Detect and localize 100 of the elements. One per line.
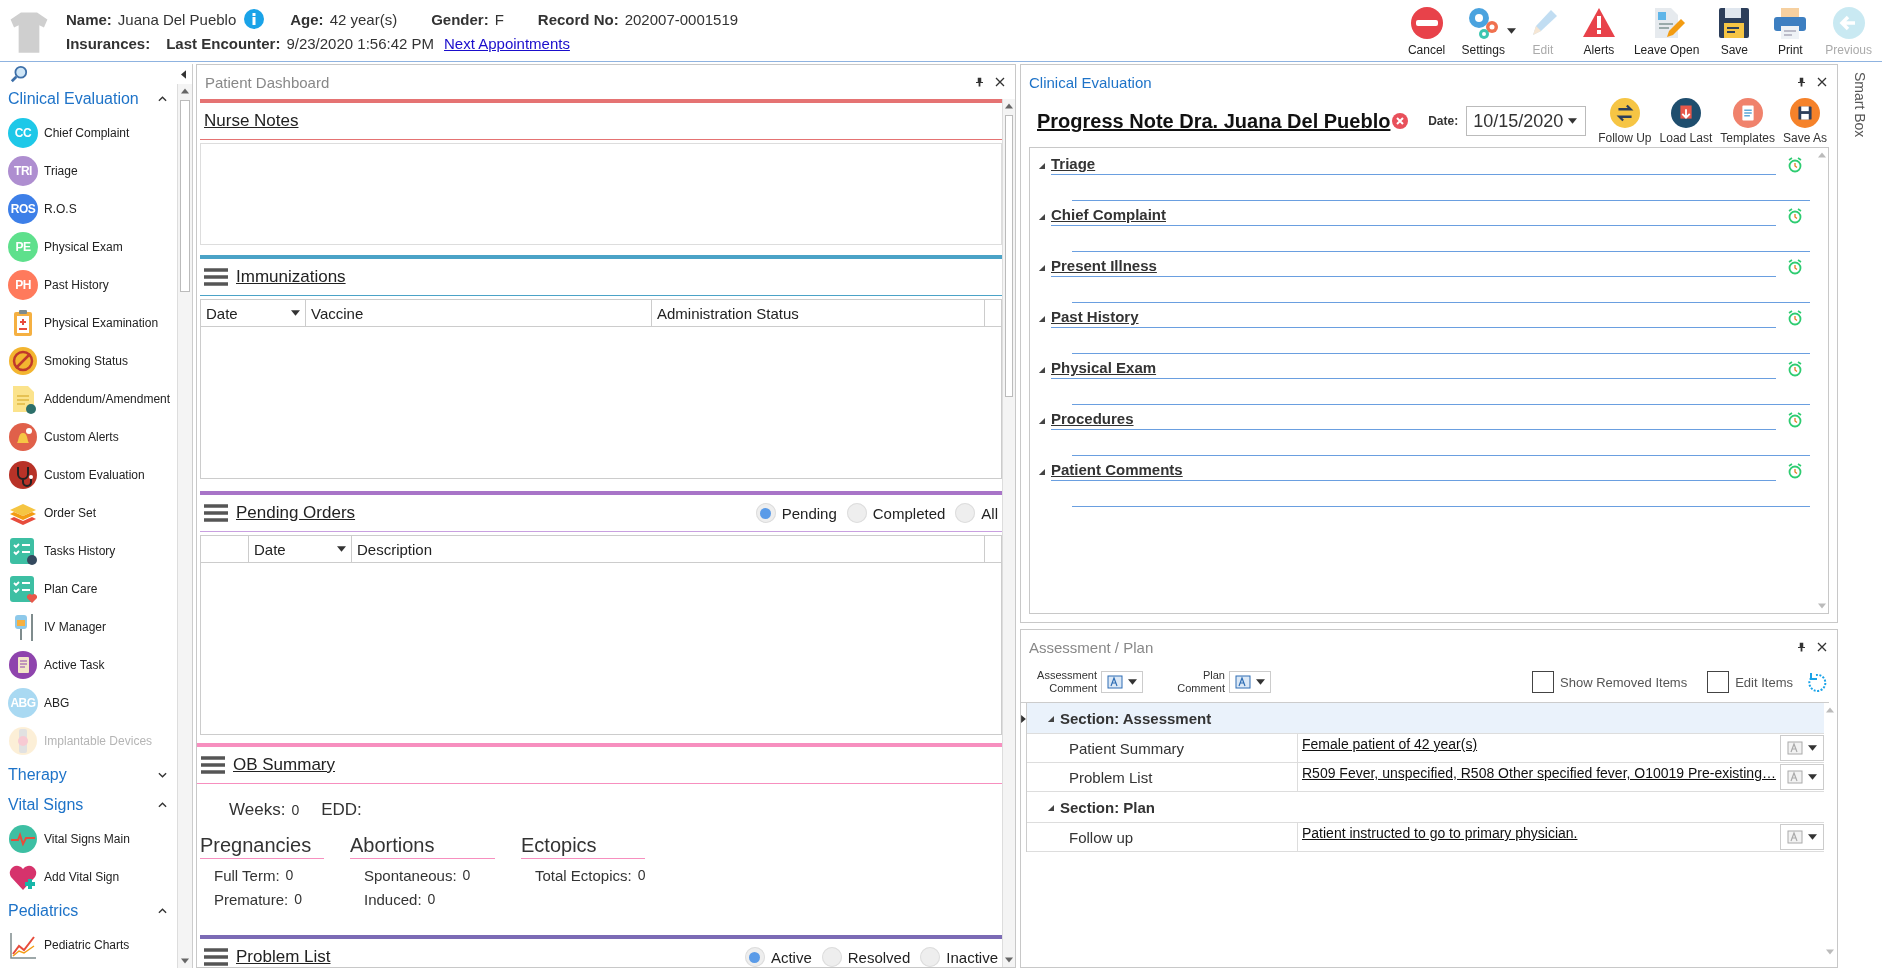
expander-icon[interactable] bbox=[1047, 803, 1054, 811]
toolbar-button[interactable]: Settings bbox=[1455, 4, 1511, 57]
expander-icon[interactable] bbox=[1038, 416, 1045, 424]
section-title[interactable]: Present Illness bbox=[1051, 257, 1776, 277]
sidebar-item[interactable]: Custom Alerts bbox=[8, 418, 177, 456]
radio-option[interactable]: All bbox=[955, 503, 998, 523]
sidebar-item[interactable]: Vital Signs Main bbox=[8, 820, 177, 858]
sidebar-item[interactable]: PE Physical Exam bbox=[8, 228, 177, 266]
toolbar-button[interactable]: Save bbox=[1707, 4, 1762, 57]
search-icon[interactable] bbox=[10, 65, 28, 83]
section-title[interactable]: Immunizations bbox=[236, 267, 346, 287]
sidebar-item[interactable]: Tasks History bbox=[8, 532, 177, 570]
sidebar-group-title[interactable]: Clinical Evaluation bbox=[8, 90, 139, 108]
pin-icon[interactable] bbox=[1798, 642, 1805, 652]
sidebar-item[interactable]: Smoking Status bbox=[8, 342, 177, 380]
sidebar-item[interactable]: Plan Care bbox=[8, 570, 177, 608]
section-title[interactable]: Triage bbox=[1051, 155, 1776, 175]
section-title[interactable]: Problem List bbox=[236, 947, 331, 967]
menu-icon[interactable] bbox=[204, 947, 228, 967]
pin-icon[interactable] bbox=[1798, 77, 1805, 87]
sidebar-group-title[interactable]: Therapy bbox=[8, 766, 67, 784]
menu-icon[interactable] bbox=[201, 755, 225, 775]
close-icon[interactable] bbox=[1817, 642, 1827, 652]
table-cell[interactable]: Patient instructed to go to primary physician. bbox=[1298, 823, 1780, 851]
column-header[interactable]: Vaccine bbox=[306, 300, 652, 326]
radio-option[interactable]: Inactive bbox=[920, 947, 998, 967]
toolbar-button[interactable]: Leave Open bbox=[1627, 4, 1706, 57]
section-title[interactable]: Procedures bbox=[1051, 410, 1776, 430]
dropdown-icon[interactable] bbox=[337, 546, 346, 552]
expander-icon[interactable] bbox=[1038, 263, 1045, 271]
sidebar-item[interactable]: IV Manager bbox=[8, 608, 177, 646]
menu-icon[interactable] bbox=[204, 503, 228, 523]
sidebar-item[interactable]: Add Vital Sign bbox=[8, 858, 177, 896]
sidebar-item[interactable]: TRI Triage bbox=[8, 152, 177, 190]
comment-dropdown[interactable] bbox=[1779, 764, 1824, 790]
menu-icon[interactable] bbox=[204, 267, 228, 287]
refresh-icon[interactable] bbox=[1807, 672, 1827, 692]
toolbar-button[interactable]: Cancel bbox=[1399, 4, 1454, 57]
chevron-icon[interactable] bbox=[158, 802, 167, 808]
next-appointments-link[interactable]: Next Appointments bbox=[444, 35, 570, 52]
radio-option[interactable]: Resolved bbox=[821, 947, 911, 967]
dropdown-icon[interactable] bbox=[1568, 118, 1578, 124]
column-header[interactable]: Description bbox=[352, 536, 985, 562]
chevron-icon[interactable] bbox=[158, 96, 167, 102]
expander-icon[interactable] bbox=[1038, 365, 1045, 373]
section-title[interactable]: Nurse Notes bbox=[204, 111, 299, 131]
radio-option[interactable]: Active bbox=[744, 947, 812, 967]
sidebar-item[interactable]: Order Set bbox=[8, 494, 177, 532]
info-icon[interactable] bbox=[244, 9, 265, 29]
dropdown-icon[interactable] bbox=[291, 310, 300, 316]
chevron-icon[interactable] bbox=[158, 772, 167, 778]
table-cell[interactable]: R509 Fever, unspecified, R508 Other specified fever, O10019 Pre-existing… bbox=[1298, 763, 1780, 791]
sidebar-group-title[interactable]: Pediatrics bbox=[8, 902, 79, 920]
sidebar-group-title[interactable]: Vital Signs bbox=[8, 796, 84, 814]
action-button[interactable]: Templates bbox=[1716, 97, 1779, 145]
section-title[interactable]: Chief Complaint bbox=[1051, 206, 1776, 226]
expander-icon[interactable] bbox=[1038, 314, 1045, 322]
comment-dropdown[interactable] bbox=[1101, 671, 1143, 693]
section-title[interactable]: Physical Exam bbox=[1051, 359, 1776, 379]
sidebar-item[interactable]: PH Past History bbox=[8, 266, 177, 304]
sidebar-item[interactable]: ABG ABG bbox=[8, 684, 177, 722]
scrollbar[interactable] bbox=[177, 84, 192, 968]
smart-box-tab[interactable]: Smart Box bbox=[1852, 72, 1868, 138]
date-picker[interactable]: 10/15/2020 bbox=[1466, 106, 1587, 136]
note-title[interactable]: Progress Note Dra. Juana Del Pueblo bbox=[1037, 109, 1391, 133]
expander-icon[interactable] bbox=[1047, 714, 1054, 722]
column-header[interactable]: Administration Status bbox=[652, 300, 985, 326]
pin-icon[interactable] bbox=[976, 77, 983, 87]
section-title[interactable]: Patient Comments bbox=[1051, 461, 1776, 481]
sidebar-item[interactable]: Physical Examination bbox=[8, 304, 177, 342]
scrollbar[interactable] bbox=[1002, 99, 1015, 967]
action-button[interactable]: Load Last bbox=[1655, 97, 1717, 145]
section-title[interactable]: Pending Orders bbox=[236, 503, 356, 523]
comment-dropdown[interactable] bbox=[1779, 735, 1824, 761]
action-button[interactable]: Save As bbox=[1778, 97, 1831, 145]
close-icon[interactable] bbox=[995, 77, 1005, 87]
expander-icon[interactable] bbox=[1038, 161, 1045, 169]
expander-icon[interactable] bbox=[1038, 467, 1045, 475]
caret-icon[interactable] bbox=[1506, 27, 1516, 34]
checkbox-option[interactable]: Show Removed Items bbox=[1532, 671, 1688, 693]
action-button[interactable]: Follow Up bbox=[1594, 97, 1656, 145]
sidebar-item[interactable]: Active Task bbox=[8, 646, 177, 684]
close-icon[interactable] bbox=[1817, 77, 1827, 87]
sidebar-item[interactable]: Addendum/Amendment bbox=[8, 380, 177, 418]
expander-icon[interactable] bbox=[1038, 212, 1045, 220]
sidebar-item[interactable]: ROS R.O.S bbox=[8, 190, 177, 228]
section-title[interactable]: OB Summary bbox=[233, 755, 336, 775]
toolbar-button[interactable]: Print bbox=[1763, 4, 1818, 57]
toolbar-button[interactable]: Alerts bbox=[1571, 4, 1626, 57]
table-cell[interactable]: Female patient of 42 year(s) bbox=[1298, 734, 1780, 762]
radio-option[interactable]: Pending bbox=[755, 503, 837, 523]
remove-icon[interactable] bbox=[1392, 113, 1409, 129]
comment-dropdown[interactable] bbox=[1779, 824, 1824, 850]
column-header[interactable]: Date bbox=[249, 536, 352, 562]
chevron-icon[interactable] bbox=[158, 908, 167, 914]
nurse-notes-field[interactable] bbox=[200, 143, 1002, 245]
checkbox-option[interactable]: Edit Items bbox=[1707, 671, 1793, 693]
sidebar-item[interactable]: Custom Evaluation bbox=[8, 456, 177, 494]
comment-dropdown[interactable] bbox=[1229, 671, 1271, 693]
sidebar-item[interactable]: Pediatric Charts bbox=[8, 926, 177, 964]
